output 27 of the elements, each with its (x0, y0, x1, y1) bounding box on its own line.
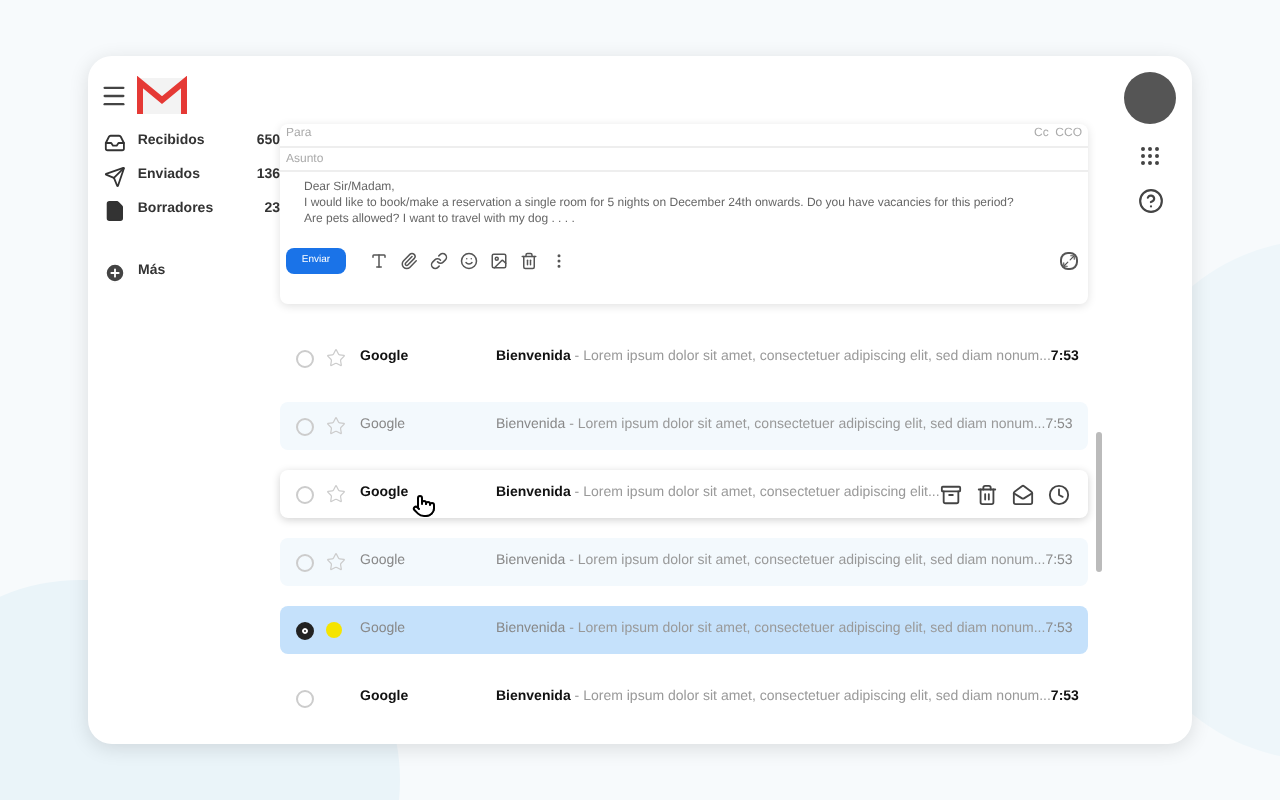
avatar[interactable] (1124, 72, 1176, 124)
document-icon (104, 200, 126, 222)
clock-icon[interactable] (1047, 483, 1070, 505)
smiley-icon[interactable] (460, 252, 478, 270)
hand-cursor-icon (412, 494, 436, 518)
archive-icon[interactable] (939, 483, 962, 505)
mail-logo-icon (136, 76, 188, 116)
star-icon[interactable] (326, 552, 346, 572)
trash-icon[interactable] (975, 483, 998, 505)
scrollbar-thumb[interactable] (1096, 432, 1102, 572)
menu-icon[interactable] (100, 82, 128, 110)
paperclip-icon[interactable] (400, 252, 418, 270)
apps-grid-icon[interactable] (1138, 144, 1162, 168)
select-radio[interactable] (296, 621, 314, 639)
open-mail-icon[interactable] (1011, 483, 1034, 505)
link-icon[interactable] (430, 252, 448, 270)
help-icon[interactable] (1137, 188, 1163, 214)
star-icon[interactable] (326, 416, 346, 436)
expand-icon[interactable] (1060, 252, 1078, 270)
plus-icon[interactable] (104, 262, 126, 284)
image-icon[interactable] (490, 252, 508, 270)
inbox-icon (104, 132, 126, 154)
send-icon (104, 166, 126, 188)
star-icon[interactable] (326, 484, 346, 504)
text-format-icon[interactable] (370, 252, 388, 270)
star-icon[interactable] (326, 348, 346, 368)
trash-icon[interactable] (520, 252, 538, 270)
